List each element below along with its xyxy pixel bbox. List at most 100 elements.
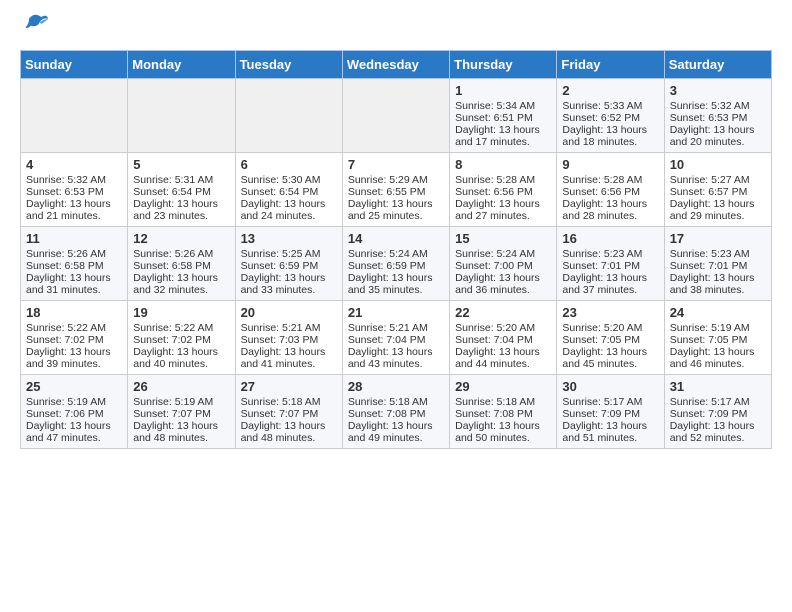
cell-info-line: and 27 minutes. [455,210,551,222]
cell-info-line: and 48 minutes. [133,432,229,444]
cell-info-line: Sunrise: 5:24 AM [348,248,444,260]
day-number: 15 [455,231,551,246]
calendar-cell: 11Sunrise: 5:26 AMSunset: 6:58 PMDayligh… [21,227,128,301]
cell-info-line: Sunset: 7:01 PM [562,260,658,272]
calendar-cell: 24Sunrise: 5:19 AMSunset: 7:05 PMDayligh… [664,301,771,375]
cell-info-line: Daylight: 13 hours [241,272,337,284]
calendar-week-row: 11Sunrise: 5:26 AMSunset: 6:58 PMDayligh… [21,227,772,301]
day-number: 23 [562,305,658,320]
cell-info-line: Daylight: 13 hours [455,272,551,284]
calendar-cell: 2Sunrise: 5:33 AMSunset: 6:52 PMDaylight… [557,79,664,153]
cell-info-line: Daylight: 13 hours [670,346,766,358]
day-number: 9 [562,157,658,172]
calendar-cell: 28Sunrise: 5:18 AMSunset: 7:08 PMDayligh… [342,375,449,449]
cell-info-line: Sunset: 7:04 PM [455,334,551,346]
day-number: 17 [670,231,766,246]
cell-info-line: Daylight: 13 hours [133,420,229,432]
cell-info-line: Sunrise: 5:17 AM [562,396,658,408]
cell-info-line: and 31 minutes. [26,284,122,296]
cell-info-line: Sunset: 6:51 PM [455,112,551,124]
cell-info-line: Daylight: 13 hours [241,420,337,432]
cell-info-line: Daylight: 13 hours [670,198,766,210]
cell-info-line: Daylight: 13 hours [562,346,658,358]
calendar-week-row: 4Sunrise: 5:32 AMSunset: 6:53 PMDaylight… [21,153,772,227]
cell-info-line: Sunrise: 5:21 AM [241,322,337,334]
cell-info-line: Sunrise: 5:20 AM [455,322,551,334]
cell-info-line: and 21 minutes. [26,210,122,222]
day-number: 5 [133,157,229,172]
calendar-cell: 26Sunrise: 5:19 AMSunset: 7:07 PMDayligh… [128,375,235,449]
day-of-week-header: Tuesday [235,51,342,79]
cell-info-line: Sunrise: 5:18 AM [241,396,337,408]
day-number: 4 [26,157,122,172]
calendar-cell: 27Sunrise: 5:18 AMSunset: 7:07 PMDayligh… [235,375,342,449]
cell-info-line: Daylight: 13 hours [133,346,229,358]
cell-info-line: Sunset: 7:01 PM [670,260,766,272]
cell-info-line: Daylight: 13 hours [133,272,229,284]
cell-info-line: Sunset: 7:09 PM [670,408,766,420]
cell-info-line: and 45 minutes. [562,358,658,370]
calendar-cell: 23 Sunrise: 5:20 AMSunset: 7:05 PMDayligh… [557,301,664,375]
cell-info-line: Sunset: 6:55 PM [348,186,444,198]
day-number: 16 [562,231,658,246]
cell-info-line: and 32 minutes. [133,284,229,296]
cell-info-line: Daylight: 13 hours [562,420,658,432]
cell-info-line: Sunset: 6:56 PM [562,186,658,198]
calendar-cell: 21Sunrise: 5:21 AMSunset: 7:04 PMDayligh… [342,301,449,375]
cell-info-line: Daylight: 13 hours [670,420,766,432]
cell-info-line: Sunset: 7:08 PM [455,408,551,420]
calendar-week-row: 25Sunrise: 5:19 AMSunset: 7:06 PMDayligh… [21,375,772,449]
cell-info-line: and 47 minutes. [26,432,122,444]
cell-info-line: and 52 minutes. [670,432,766,444]
cell-info-line: Sunset: 7:00 PM [455,260,551,272]
cell-info-line: and 38 minutes. [670,284,766,296]
calendar-cell: 9Sunrise: 5:28 AMSunset: 6:56 PMDaylight… [557,153,664,227]
calendar-cell: 7Sunrise: 5:29 AMSunset: 6:55 PMDaylight… [342,153,449,227]
cell-info-line: and 43 minutes. [348,358,444,370]
cell-info-line: Sunset: 6:59 PM [241,260,337,272]
cell-info-line: Daylight: 13 hours [26,346,122,358]
cell-info-line: Daylight: 13 hours [562,124,658,136]
calendar-cell [235,79,342,153]
calendar-cell: 29Sunrise: 5:18 AMSunset: 7:08 PMDayligh… [450,375,557,449]
cell-info-line: Sunrise: 5:31 AM [133,174,229,186]
cell-info-line: Sunset: 7:04 PM [348,334,444,346]
cell-info-line: Daylight: 13 hours [455,420,551,432]
calendar-cell: 4Sunrise: 5:32 AMSunset: 6:53 PMDaylight… [21,153,128,227]
cell-info-line: Sunset: 6:52 PM [562,112,658,124]
day-of-week-header: Monday [128,51,235,79]
cell-info-line: Sunrise: 5:19 AM [670,322,766,334]
day-number: 22 [455,305,551,320]
cell-info-line: Sunset: 7:07 PM [241,408,337,420]
calendar-cell: 22Sunrise: 5:20 AMSunset: 7:04 PMDayligh… [450,301,557,375]
cell-info-line: Sunrise: 5:30 AM [241,174,337,186]
calendar-cell: 6Sunrise: 5:30 AMSunset: 6:54 PMDaylight… [235,153,342,227]
page: SundayMondayTuesdayWednesdayThursdayFrid… [0,0,792,469]
cell-info-line: Daylight: 13 hours [562,272,658,284]
cell-info-line: and 50 minutes. [455,432,551,444]
cell-info-line: Sunset: 6:57 PM [670,186,766,198]
cell-info-line: Sunset: 7:05 PM [562,334,658,346]
cell-info-line: and 25 minutes. [348,210,444,222]
calendar-cell: 19Sunrise: 5:22 AMSunset: 7:02 PMDayligh… [128,301,235,375]
cell-info-line: Daylight: 13 hours [26,420,122,432]
cell-info-line: Sunrise: 5:20 AM [562,322,658,334]
day-number: 31 [670,379,766,394]
day-number: 6 [241,157,337,172]
logo-bird-icon [22,10,50,38]
cell-info-line: Daylight: 13 hours [241,346,337,358]
cell-info-line: Sunrise: 5:17 AM [670,396,766,408]
calendar-cell [342,79,449,153]
cell-info-line: and 33 minutes. [241,284,337,296]
day-number: 12 [133,231,229,246]
calendar-cell [21,79,128,153]
calendar-cell: 10Sunrise: 5:27 AMSunset: 6:57 PMDayligh… [664,153,771,227]
cell-info-line: and 36 minutes. [455,284,551,296]
cell-info-line: Sunset: 7:02 PM [133,334,229,346]
calendar-cell: 5Sunrise: 5:31 AMSunset: 6:54 PMDaylight… [128,153,235,227]
cell-info-line: Sunrise: 5:19 AM [26,396,122,408]
cell-info-line: Sunrise: 5:26 AM [26,248,122,260]
day-of-week-header: Wednesday [342,51,449,79]
day-number: 30 [562,379,658,394]
calendar-cell: 20Sunrise: 5:21 AMSunset: 7:03 PMDayligh… [235,301,342,375]
